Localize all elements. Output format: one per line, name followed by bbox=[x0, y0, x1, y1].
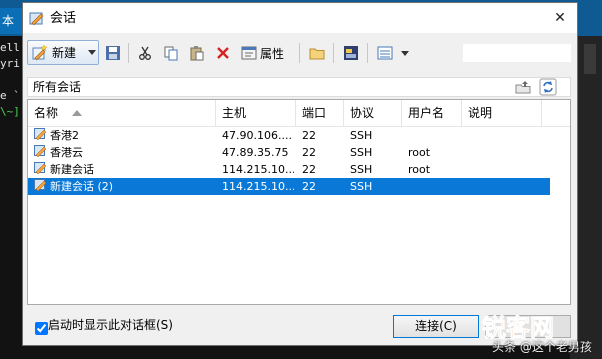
refresh-icon[interactable] bbox=[539, 78, 557, 96]
session-port: 22 bbox=[302, 146, 316, 159]
session-port: 22 bbox=[302, 180, 316, 193]
terminal-prompt: \~] bbox=[0, 105, 20, 118]
session-protocol: SSH bbox=[350, 129, 373, 142]
session-protocol: SSH bbox=[350, 146, 373, 159]
view-icon[interactable] bbox=[375, 41, 395, 65]
session-protocol: SSH bbox=[350, 180, 373, 193]
watermark-caption: 头条 @这个老男孩 bbox=[492, 340, 592, 354]
chevron-down-icon[interactable] bbox=[397, 41, 413, 65]
list-header: 名称 主机 端口 协议 用户名 说明 bbox=[28, 100, 570, 127]
table-row[interactable]: 新建会话 114.215.10... 22 SSH root bbox=[28, 161, 570, 178]
session-note bbox=[468, 161, 538, 178]
session-user: root bbox=[408, 163, 431, 176]
properties-label: 属性 bbox=[260, 46, 285, 61]
startup-checkbox[interactable] bbox=[35, 322, 48, 335]
paste-icon[interactable] bbox=[187, 41, 207, 65]
session-note bbox=[468, 144, 538, 161]
session-icon bbox=[34, 162, 47, 175]
terminal-tab[interactable]: 本 bbox=[0, 8, 22, 34]
folder-path-bar[interactable]: 所有会话 bbox=[27, 77, 571, 97]
session-name: 新建会话 (2) bbox=[50, 180, 114, 193]
properties-button[interactable]: 属性 bbox=[241, 41, 291, 65]
terminal-output: ell yri e ` \~] bbox=[0, 40, 24, 120]
column-header-host[interactable]: 主机 bbox=[216, 100, 296, 126]
session-icon bbox=[34, 179, 47, 192]
delete-icon[interactable] bbox=[213, 41, 233, 65]
new-session-button[interactable]: 新建 bbox=[27, 40, 99, 65]
session-port: 22 bbox=[302, 163, 316, 176]
session-name: 香港2 bbox=[50, 129, 79, 142]
session-note bbox=[468, 178, 538, 195]
session-host: 47.90.106.... bbox=[222, 129, 292, 142]
session-host: 114.215.10... bbox=[222, 180, 294, 193]
session-icon bbox=[34, 128, 47, 141]
session-shortcut-icon[interactable] bbox=[341, 41, 361, 65]
session-protocol: SSH bbox=[350, 163, 373, 176]
session-icon bbox=[34, 145, 47, 158]
copy-icon[interactable] bbox=[161, 41, 181, 65]
session-host: 47.89.35.75 bbox=[222, 146, 289, 159]
sessions-dialog: 会话 ✕ 新建 属性 所有会话 名称 主机 端口 协议 用户名 说明 香港2 4… bbox=[22, 2, 578, 346]
session-port: 22 bbox=[302, 129, 316, 142]
close-icon[interactable]: ✕ bbox=[549, 8, 571, 28]
terminal-line: e ` bbox=[0, 89, 20, 102]
sessions-icon bbox=[29, 12, 44, 26]
session-list: 名称 主机 端口 协议 用户名 说明 香港2 47.90.106.... 22 … bbox=[27, 99, 571, 305]
folder-path: 所有会话 bbox=[33, 80, 82, 94]
new-session-icon bbox=[32, 44, 48, 61]
session-user: root bbox=[408, 146, 431, 159]
column-header-description[interactable]: 说明 bbox=[462, 100, 542, 126]
session-host: 114.215.10... bbox=[222, 163, 294, 176]
dialog-title: 会话 bbox=[50, 11, 77, 26]
table-row[interactable]: 香港云 47.89.35.75 22 SSH root bbox=[28, 144, 570, 161]
column-header-name[interactable]: 名称 bbox=[28, 100, 216, 126]
table-row[interactable]: 香港2 47.90.106.... 22 SSH bbox=[28, 127, 570, 144]
session-name: 香港云 bbox=[50, 146, 83, 159]
chevron-down-icon[interactable] bbox=[88, 50, 96, 55]
table-row-selected[interactable]: 新建会话 (2) 114.215.10... 22 SSH bbox=[28, 178, 550, 195]
connect-button[interactable]: 连接(C) bbox=[393, 315, 479, 338]
sort-ascending-icon bbox=[72, 110, 82, 116]
terminal-line: yri bbox=[0, 57, 20, 70]
toolbar-divider bbox=[128, 43, 129, 63]
session-note bbox=[468, 127, 538, 144]
toolbar-divider bbox=[333, 43, 334, 63]
session-user bbox=[408, 127, 460, 144]
column-header-protocol[interactable]: 协议 bbox=[344, 100, 402, 126]
search-input[interactable] bbox=[463, 44, 571, 62]
properties-icon bbox=[241, 46, 257, 60]
startup-checkbox-label[interactable]: 启动时显示此对话框(S) bbox=[48, 317, 173, 333]
terminal-scrollbar[interactable] bbox=[584, 44, 596, 74]
toolbar-divider bbox=[299, 43, 300, 63]
cut-icon[interactable] bbox=[135, 41, 155, 65]
up-folder-icon[interactable] bbox=[515, 79, 531, 95]
toolbar-divider bbox=[367, 43, 368, 63]
dialog-titlebar: 会话 ✕ bbox=[23, 3, 577, 33]
column-header-port[interactable]: 端口 bbox=[296, 100, 344, 126]
session-user bbox=[408, 178, 460, 195]
column-header-username[interactable]: 用户名 bbox=[402, 100, 462, 126]
folder-icon[interactable] bbox=[307, 41, 327, 65]
save-icon[interactable] bbox=[103, 41, 123, 65]
session-name: 新建会话 bbox=[50, 163, 94, 176]
new-session-label: 新建 bbox=[52, 46, 77, 60]
terminal-line: ell bbox=[0, 41, 20, 54]
